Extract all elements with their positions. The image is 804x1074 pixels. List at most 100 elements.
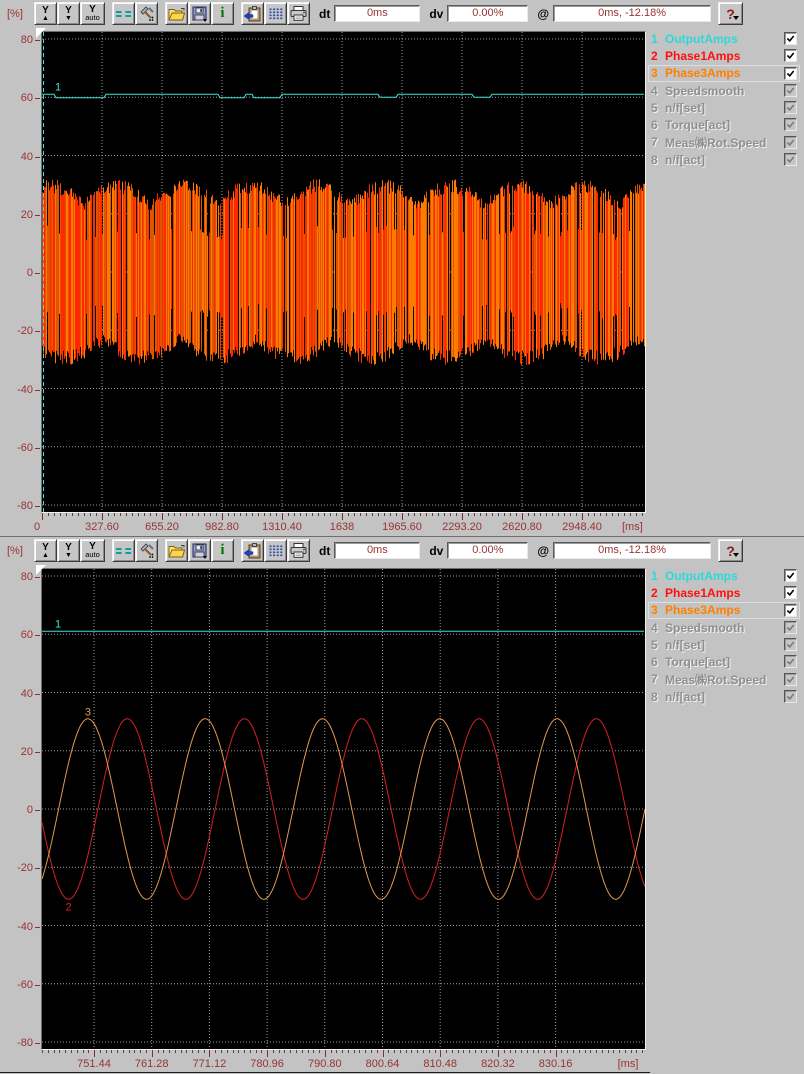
x-minor-tick xyxy=(105,1050,107,1053)
channel-checkbox[interactable] xyxy=(784,101,797,115)
legend-item-Torque[act][interactable]: 6 Torque[act] xyxy=(648,116,800,133)
x-minor-tick xyxy=(411,1050,413,1053)
grid-style-button[interactable] xyxy=(112,2,135,25)
y-zoom-in-button[interactable]: Y ▲ xyxy=(34,2,57,25)
channel-name: Phase3Amps xyxy=(665,603,741,618)
x-tick-label: 1310.40 xyxy=(262,521,302,533)
settings-button[interactable] xyxy=(135,539,158,562)
legend-item-Meas㈱Rot.Speed[interactable]: 7 Meas㈱Rot.Speed xyxy=(648,134,800,151)
x-minor-tick xyxy=(457,1050,459,1053)
legend-item-Phase3Amps[interactable]: 3 Phase3Amps xyxy=(648,602,800,619)
channel-checkbox[interactable] xyxy=(784,620,797,634)
legend-item-Meas㈱Rot.Speed[interactable]: 7 Meas㈱Rot.Speed xyxy=(648,671,800,688)
info-button[interactable]: i xyxy=(211,539,234,562)
y-tick-mark xyxy=(35,40,40,41)
x-axis-ticks xyxy=(41,1050,646,1058)
x-minor-tick xyxy=(360,513,361,516)
x-minor-tick xyxy=(492,513,493,516)
info-button[interactable]: i xyxy=(211,2,234,25)
x-minor-tick xyxy=(82,1050,84,1053)
legend-item-Torque[act][interactable]: 6 Torque[act] xyxy=(648,653,800,670)
y-autoscale-button[interactable]: Yauto xyxy=(80,2,105,25)
legend-item-Speedsmooth[interactable]: 4 Speedsmooth xyxy=(648,82,800,99)
save-button[interactable] xyxy=(188,539,211,562)
dv-field[interactable]: 0.00% xyxy=(447,542,529,559)
x-minor-tick xyxy=(117,1050,119,1053)
y-tick-mark xyxy=(35,331,40,333)
plot-area[interactable]: 1 xyxy=(41,31,646,513)
legend-item-Phase1Amps[interactable]: 2 Phase1Amps xyxy=(648,584,800,601)
legend-item-Phase3Amps[interactable]: 3 Phase3Amps xyxy=(648,65,800,82)
channel-checkbox[interactable] xyxy=(784,49,797,63)
channel-checkbox[interactable] xyxy=(784,66,797,80)
x-tick-label: 1965.60 xyxy=(382,521,422,533)
legend-item-OutputAmps[interactable]: 1 OutputAmps xyxy=(648,567,800,584)
legend-item-n/f[set][interactable]: 5 n/f[set] xyxy=(648,636,800,653)
clipboard-arrow-icon xyxy=(244,5,261,21)
print-button[interactable] xyxy=(287,539,310,562)
y-tick-label: 80 xyxy=(20,34,33,46)
channel-checkbox[interactable] xyxy=(784,690,797,704)
channel-number: 6 xyxy=(651,118,658,133)
y-zoom-out-button[interactable]: Y ▼ xyxy=(57,2,80,25)
y-zoom-in-button[interactable]: Y ▲ xyxy=(34,539,57,562)
open-button[interactable] xyxy=(165,2,188,25)
dropdown-arrow-icon xyxy=(733,553,740,557)
x-minor-tick xyxy=(584,1050,586,1053)
channel-checkbox[interactable] xyxy=(784,655,797,669)
y-zoom-out-button[interactable]: Y ▼ xyxy=(57,539,80,562)
table-view-button[interactable] xyxy=(264,539,287,562)
paste-button[interactable] xyxy=(241,2,264,25)
dt-field[interactable]: 0ms xyxy=(334,5,421,22)
dt-field[interactable]: 0ms xyxy=(334,542,421,559)
channel-checkbox[interactable] xyxy=(784,83,797,97)
save-button[interactable] xyxy=(188,2,211,25)
floppy-disk-icon xyxy=(192,6,207,22)
channel-checkbox[interactable] xyxy=(784,638,797,652)
channel-checkbox[interactable] xyxy=(784,118,797,132)
legend-item-Phase1Amps[interactable]: 2 Phase1Amps xyxy=(648,47,800,64)
channel-checkbox[interactable] xyxy=(784,586,797,600)
legend-item-OutputAmps[interactable]: 1 OutputAmps xyxy=(648,30,800,47)
legend-item-n/f[act][interactable]: 8 n/f[act] xyxy=(648,688,800,705)
print-button[interactable] xyxy=(287,2,310,25)
y-autoscale-button[interactable]: Yauto xyxy=(80,539,105,562)
x-minor-tick xyxy=(534,513,535,516)
legend-item-Speedsmooth[interactable]: 4 Speedsmooth xyxy=(648,619,800,636)
dv-field[interactable]: 0.00% xyxy=(447,5,529,22)
channel-checkbox[interactable] xyxy=(784,135,797,149)
settings-button[interactable] xyxy=(135,2,158,25)
x-minor-tick xyxy=(330,1050,332,1053)
x-minor-tick xyxy=(204,513,205,516)
x-minor-tick xyxy=(399,1050,401,1053)
x-minor-tick xyxy=(99,1050,101,1053)
legend-item-n/f[set][interactable]: 5 n/f[set] xyxy=(648,99,800,116)
x-minor-tick xyxy=(301,1050,303,1053)
help-button[interactable]: ? xyxy=(718,539,744,562)
x-minor-tick xyxy=(300,513,301,516)
channel-checkbox[interactable] xyxy=(784,569,797,582)
x-minor-tick xyxy=(296,1050,297,1053)
channel-checkbox[interactable] xyxy=(784,32,797,45)
window-bottom-edge xyxy=(0,1072,650,1073)
x-major-tick xyxy=(497,1050,499,1057)
x-minor-tick xyxy=(468,513,469,516)
plot-area[interactable]: 2 3 1 xyxy=(41,568,646,1050)
x-minor-tick xyxy=(446,1050,447,1053)
x-minor-tick xyxy=(140,1050,142,1053)
x-minor-tick xyxy=(336,1050,338,1053)
help-button[interactable]: ? xyxy=(718,2,744,25)
paste-button[interactable] xyxy=(241,539,264,562)
channel-checkbox[interactable] xyxy=(784,672,797,686)
cursor-readout-field[interactable]: 0ms, -12.18% xyxy=(553,5,712,22)
channel-checkbox[interactable] xyxy=(784,153,797,167)
channel-name: Meas㈱Rot.Speed xyxy=(665,672,767,687)
toolbar: Y ▲ Y ▼ Yauto i dt 0ms dv 0.00% @ 0ms, -12… xyxy=(34,2,744,27)
channel-checkbox[interactable] xyxy=(784,603,797,617)
cursor-readout-field[interactable]: 0ms, -12.18% xyxy=(553,542,712,559)
table-view-button[interactable] xyxy=(264,2,287,25)
legend-item-n/f[act][interactable]: 8 n/f[act] xyxy=(648,151,800,168)
open-button[interactable] xyxy=(165,539,188,562)
x-minor-tick xyxy=(319,1050,321,1053)
grid-style-button[interactable] xyxy=(112,539,135,562)
